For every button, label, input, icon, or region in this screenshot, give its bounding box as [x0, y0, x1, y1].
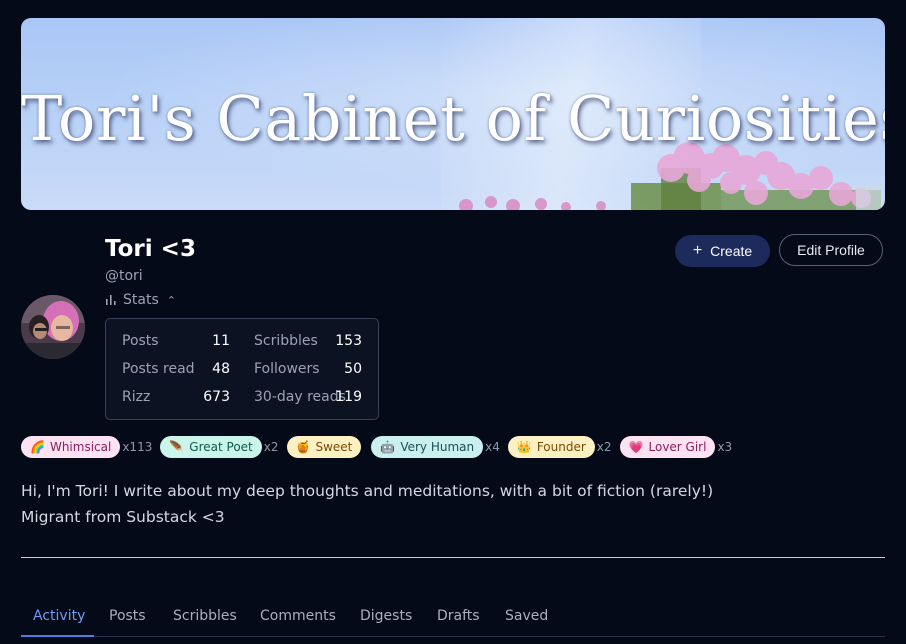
stats-panel: Posts 11 Scribbles 153 Posts read 48 Fol… [105, 318, 379, 420]
stat-label-posts-read: Posts read [122, 361, 195, 377]
robot-icon: 🤖 [380, 440, 396, 454]
badge-very-human[interactable]: 🤖 Very Human [371, 436, 484, 458]
bio-line: Migrant from Substack <3 [21, 508, 225, 526]
edit-profile-button[interactable]: Edit Profile [779, 234, 883, 266]
badge-count: x2 [263, 440, 279, 454]
badge-count: x2 [596, 440, 612, 454]
badge-list: 🌈 Whimsical x113 🪶 Great Poet x2 🍯 Sweet… [21, 436, 740, 458]
stat-value-scribbles: 153 [335, 333, 362, 349]
profile-bio: Hi, I'm Tori! I write about my deep thou… [21, 478, 713, 530]
stats-toggle-label: Stats [123, 292, 159, 308]
tab-comments[interactable]: Comments [260, 608, 336, 624]
tab-drafts[interactable]: Drafts [437, 608, 480, 624]
badge-label: Great Poet [189, 440, 253, 454]
badge-count: x4 [485, 440, 500, 454]
stat-label-followers: Followers [254, 361, 320, 377]
stat-label-rizz: Rizz [122, 389, 151, 405]
stat-label-posts: Posts [122, 333, 159, 349]
badge-label: Lover Girl [648, 440, 707, 454]
tab-activity[interactable]: Activity [33, 608, 85, 624]
banner-title: Tori's Cabinet of Curiosities [21, 82, 885, 155]
badge-label: Sweet [315, 440, 353, 454]
avatar [21, 295, 85, 359]
badge-sweet[interactable]: 🍯 Sweet [286, 436, 362, 458]
crown-icon: 👑 [516, 440, 532, 454]
rainbow-icon: 🌈 [30, 440, 45, 454]
stat-value-posts-read: 48 [212, 361, 230, 377]
heart-icon: 💗 [628, 440, 644, 454]
plus-icon: + [692, 242, 703, 259]
stat-value-posts: 11 [212, 333, 230, 349]
divider [21, 557, 885, 558]
badge-great-poet[interactable]: 🪶 Great Poet [160, 436, 262, 458]
bar-chart-icon [106, 295, 116, 305]
badge-lover-girl[interactable]: 💗 Lover Girl [619, 436, 716, 458]
honey-pot-icon: 🍯 [295, 440, 311, 454]
create-button-label: Create [710, 243, 753, 259]
bio-line: Hi, I'm Tori! I write about my deep thou… [21, 482, 714, 500]
feather-icon: 🪶 [169, 440, 185, 454]
badge-whimsical[interactable]: 🌈 Whimsical [21, 436, 121, 458]
tab-saved[interactable]: Saved [505, 608, 548, 624]
profile-handle: @tori [105, 268, 143, 284]
tab-posts[interactable]: Posts [109, 608, 146, 624]
badge-count: x3 [717, 440, 733, 454]
badge-label: Very Human [400, 440, 475, 454]
stats-toggle[interactable]: Stats ⌃ [105, 292, 176, 308]
stat-label-scribbles: Scribbles [254, 333, 318, 349]
stat-value-followers: 50 [344, 361, 362, 377]
profile-name: Tori <3 [105, 236, 196, 262]
create-button[interactable]: + Create [675, 235, 770, 267]
profile-tabs: Activity Posts Scribbles Comments Digest… [21, 598, 885, 637]
badge-founder[interactable]: 👑 Founder [507, 436, 595, 458]
chevron-up-icon: ⌃ [166, 293, 176, 307]
tab-scribbles[interactable]: Scribbles [173, 608, 237, 624]
profile-banner: Tori's Cabinet of Curiosities [21, 18, 885, 210]
stat-value-30-day-reads: 119 [335, 389, 362, 405]
tab-digests[interactable]: Digests [360, 608, 412, 624]
badge-label: Whimsical [49, 440, 112, 454]
badge-count: x113 [122, 440, 153, 454]
badge-label: Founder [536, 440, 586, 454]
stat-value-rizz: 673 [203, 389, 230, 405]
active-tab-indicator [21, 635, 94, 637]
